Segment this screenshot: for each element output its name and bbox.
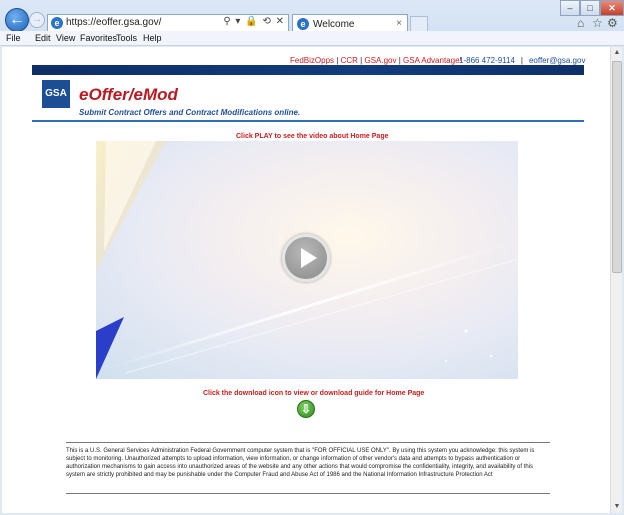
forward-button[interactable]: → [29, 12, 45, 28]
menu-edit[interactable]: Edit [35, 33, 51, 43]
play-icon [301, 248, 317, 268]
scroll-thumb[interactable] [612, 61, 622, 273]
minimize-button[interactable]: – [560, 0, 580, 16]
link-separator: | [398, 56, 401, 65]
tab-title: Welcome [313, 19, 355, 30]
back-button[interactable]: ← [5, 8, 29, 32]
contact-separator: | [520, 56, 523, 65]
gear-icon[interactable]: ⚙ [607, 16, 618, 30]
forward-arrow-icon: → [32, 14, 42, 25]
link-fedbizopps[interactable]: FedBizOpps [290, 56, 334, 65]
star-icon[interactable]: ☆ [592, 16, 603, 30]
tab-favicon-icon: e [297, 18, 309, 30]
scroll-up-icon[interactable]: ▲ [611, 47, 623, 59]
video-player[interactable] [96, 141, 518, 379]
close-window-button[interactable]: ✕ [600, 0, 624, 16]
menu-favorites[interactable]: Favorites [80, 33, 117, 43]
site-tagline: Submit Contract Offers and Contract Modi… [79, 108, 301, 117]
header-divider [32, 120, 584, 122]
gsa-logo[interactable]: GSA [42, 80, 70, 108]
site-favicon-icon: e [51, 17, 63, 29]
play-button[interactable] [282, 234, 330, 282]
link-gsa-advantage[interactable]: GSA Advantage! [403, 56, 462, 65]
security-disclaimer: This is a U.S. General Services Administ… [66, 448, 535, 478]
link-separator: | [360, 56, 363, 65]
vertical-scrollbar[interactable]: ▲ ▼ [610, 47, 622, 513]
maximize-button[interactable]: □ [580, 0, 600, 16]
site-title: eOffer/eMod [79, 85, 178, 104]
link-separator: | [336, 56, 339, 65]
address-url[interactable]: https://eoffer.gsa.gov/ [66, 17, 161, 28]
link-gsa-gov[interactable]: GSA.gov [364, 56, 396, 65]
menu-view[interactable]: View [56, 33, 75, 43]
disclaimer-divider-top [66, 442, 550, 443]
menu-tools[interactable]: Tools [116, 33, 137, 43]
contact-email-link[interactable]: eoffer@gsa.gov [529, 56, 585, 65]
address-bar-icons[interactable]: ⚲ ▾ 🔒 ⟲ ✕ [223, 16, 285, 27]
disclaimer-divider-bottom [66, 493, 550, 494]
download-instruction: Click the download icon to view or downl… [203, 390, 425, 397]
header-links: FedBizOpps | CCR | GSA.gov | GSA Advanta… [290, 56, 462, 65]
menu-file[interactable]: File [6, 33, 21, 43]
page-viewport: FedBizOpps | CCR | GSA.gov | GSA Advanta… [2, 47, 610, 513]
download-arrow-icon[interactable]: ⇩ [297, 400, 315, 418]
contact-phone: 1-866 472-9114 [459, 56, 515, 65]
tab-close-icon[interactable]: × [396, 18, 402, 29]
menu-bar: File Edit View Favorites Tools Help [0, 31, 624, 46]
back-arrow-icon: ← [9, 11, 25, 28]
address-bar[interactable]: e https://eoffer.gsa.gov/ ⚲ ▾ 🔒 ⟲ ✕ [47, 14, 289, 32]
home-icon[interactable]: ⌂ [577, 16, 584, 30]
contact-info: 1-866 472-9114 | eoffer@gsa.gov [459, 56, 585, 65]
menu-help[interactable]: Help [143, 33, 162, 43]
link-ccr[interactable]: CCR [341, 56, 358, 65]
header-band [32, 65, 584, 75]
play-instruction: Click PLAY to see the video about Home P… [236, 133, 389, 140]
scroll-down-icon[interactable]: ▼ [611, 501, 623, 513]
